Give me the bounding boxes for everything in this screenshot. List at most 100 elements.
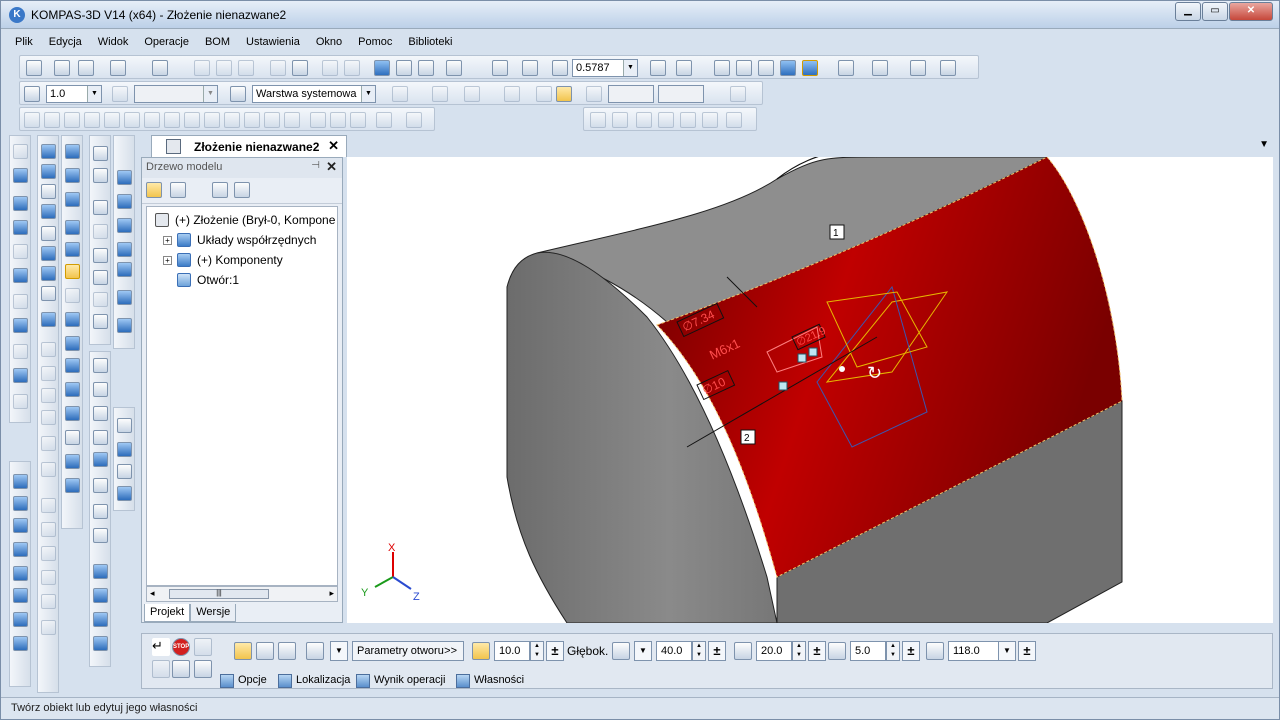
menu-widok[interactable]: Widok — [90, 33, 137, 53]
connect-icon[interactable] — [93, 358, 108, 373]
rotate-component-icon[interactable] — [65, 406, 80, 421]
plane-v-icon[interactable] — [117, 442, 132, 457]
depth-spinner[interactable]: ▲ ▼ — [692, 641, 706, 661]
depth-plus-button[interactable]: ± — [708, 641, 726, 661]
save-icon[interactable] — [78, 60, 94, 76]
unfold-icon[interactable] — [41, 594, 56, 609]
thread-icon[interactable] — [41, 522, 56, 537]
library-icon[interactable] — [396, 60, 412, 76]
cut-icon[interactable] — [194, 60, 210, 76]
boolean-icon[interactable] — [41, 498, 56, 513]
shaded-edges-icon[interactable] — [802, 60, 818, 76]
counterbore-depth-icon[interactable] — [828, 642, 846, 660]
draft-icon[interactable] — [41, 388, 56, 403]
zone-icon[interactable] — [117, 486, 132, 501]
library-prop-icon[interactable] — [172, 660, 190, 678]
tab-wlasnosci[interactable]: Własności — [456, 674, 524, 690]
drag-handle[interactable] — [797, 353, 807, 363]
step-icon[interactable] — [24, 86, 40, 102]
diameter-field[interactable]: 10.0 — [494, 641, 530, 661]
pin-prop-icon[interactable] — [152, 660, 170, 678]
lib-3d-icon[interactable] — [93, 564, 108, 579]
close-icon[interactable]: ✕ — [328, 138, 339, 154]
spline-icon[interactable] — [204, 112, 220, 128]
trim-icon[interactable] — [264, 112, 280, 128]
chamfer-3d-icon[interactable] — [41, 312, 56, 327]
format-painter-icon[interactable] — [270, 60, 286, 76]
reports-icon[interactable] — [13, 344, 28, 359]
new-document-icon[interactable] — [26, 60, 42, 76]
rib-icon[interactable] — [41, 366, 56, 381]
section-icon[interactable] — [13, 636, 28, 651]
diameter-spinner[interactable]: ▲ ▼ — [530, 641, 544, 661]
measure-icon[interactable] — [910, 60, 926, 76]
chevron-down-icon[interactable]: ▼ — [361, 86, 375, 102]
leader-icon[interactable] — [702, 112, 718, 128]
chevron-down-icon[interactable]: ▼ — [330, 641, 348, 661]
pattern-3d-icon[interactable] — [93, 588, 108, 603]
mirror-3d-icon[interactable] — [41, 436, 56, 451]
close-button[interactable]: ✕ — [1229, 2, 1273, 21]
orientation-lock-icon[interactable] — [112, 86, 128, 102]
open-icon[interactable] — [54, 60, 70, 76]
angle-plus-button[interactable]: ± — [1018, 641, 1036, 661]
tab-wynik-operacji[interactable]: Wynik operacji — [356, 674, 445, 690]
hole-params-button[interactable]: Parametry otworu >> — [352, 641, 464, 661]
sheet-icon[interactable] — [13, 394, 28, 409]
component-icon[interactable] — [65, 336, 80, 351]
snap-icon[interactable] — [432, 86, 448, 102]
rectangle-icon[interactable] — [164, 112, 180, 128]
local-cs-icon[interactable] — [504, 86, 520, 102]
point-v-icon[interactable] — [13, 542, 28, 557]
tab-wersje[interactable]: Wersje — [190, 604, 237, 622]
drag-handle[interactable] — [808, 347, 818, 357]
rotate-icon[interactable] — [650, 60, 666, 76]
copy-sketch-icon[interactable] — [350, 112, 366, 128]
stop-icon[interactable]: STOP — [172, 638, 190, 656]
helix-icon[interactable] — [93, 292, 108, 307]
extrude-element-icon[interactable] — [65, 144, 80, 159]
dimension-icon[interactable] — [590, 112, 606, 128]
mirror-icon[interactable] — [330, 112, 346, 128]
hidden-lines-icon[interactable] — [736, 60, 752, 76]
coil-icon[interactable] — [93, 504, 108, 519]
function-icon[interactable] — [93, 382, 108, 397]
sketch-icon[interactable] — [13, 168, 28, 183]
scroll-left-icon[interactable]: ◂ — [150, 588, 155, 599]
angle-dim-icon[interactable] — [658, 112, 674, 128]
select-filter-icon[interactable] — [872, 60, 888, 76]
help-cursor-icon[interactable] — [446, 60, 462, 76]
lib-v-icon[interactable] — [13, 368, 28, 383]
menu-biblioteki[interactable]: Biblioteki — [400, 33, 460, 53]
undo-icon[interactable] — [322, 60, 338, 76]
circle-3d-icon[interactable] — [93, 270, 108, 285]
rotate-handle-icon[interactable]: ↻ — [867, 363, 882, 383]
point-3d-icon[interactable] — [93, 146, 108, 161]
insert-icon[interactable] — [65, 358, 80, 373]
drag-handle[interactable] — [778, 381, 788, 391]
counterbore-plus-button[interactable]: ± — [808, 641, 826, 661]
cs-icon[interactable] — [13, 566, 28, 581]
connection-icon[interactable] — [13, 612, 28, 627]
depth-field[interactable]: 40.0 — [656, 641, 692, 661]
array-circle-icon[interactable] — [117, 194, 132, 209]
mate-icon[interactable] — [13, 268, 28, 283]
part-icon[interactable] — [13, 196, 28, 211]
grid-lock-icon[interactable] — [194, 638, 212, 656]
chevron-down-icon[interactable]: ▼ — [623, 60, 637, 76]
chevron-down-icon[interactable]: ▼ — [87, 86, 101, 102]
ellipse-icon[interactable] — [144, 112, 160, 128]
menu-okno[interactable]: Okno — [308, 33, 350, 53]
curve-icon[interactable] — [93, 314, 108, 329]
wireframe-icon[interactable] — [714, 60, 730, 76]
center-point[interactable] — [839, 366, 845, 372]
tab-opcje[interactable]: Opcje — [220, 674, 267, 690]
variables-fx-icon[interactable] — [418, 60, 434, 76]
array-point-icon[interactable] — [117, 242, 132, 257]
counterbore-icon[interactable] — [734, 642, 752, 660]
loft-icon[interactable] — [41, 204, 56, 219]
menu-ustawienia[interactable]: Ustawienia — [238, 33, 308, 53]
zoom-in-icon[interactable] — [552, 60, 568, 76]
sweep-curve-icon[interactable] — [93, 430, 108, 445]
scroll-right-icon[interactable]: ▸ — [329, 588, 334, 599]
